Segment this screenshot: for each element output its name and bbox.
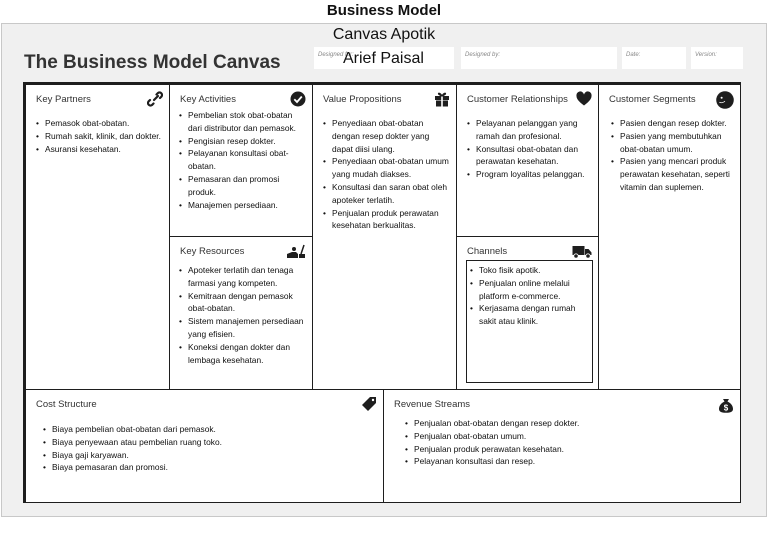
list-item: Pengisian resep dokter. xyxy=(178,135,306,148)
customer-relationships-title: Customer Relationships xyxy=(467,94,568,105)
date-label: Date: xyxy=(626,52,641,58)
key-resources-cell: Key Resources Apoteker terlatih dan tena… xyxy=(169,236,313,390)
list-item: Penjualan online melalui platform e-comm… xyxy=(469,277,589,303)
list-item: Toko fisik apotik. xyxy=(469,264,589,277)
list-item: Koneksi dengan dokter dan lembaga keseha… xyxy=(178,341,306,367)
business-model-canvas: Key Partners Pemasok obat-obatan. Rumah … xyxy=(23,82,741,503)
list-item: Sistem manajemen persediaan yang efisien… xyxy=(178,315,306,341)
key-activities-list: Pembelian stok obat-obatan dari distribu… xyxy=(178,109,306,211)
list-item: Pemasok obat-obatan. xyxy=(35,117,163,130)
customer-relationships-cell: Customer Relationships Pelayanan pelangg… xyxy=(456,84,599,237)
list-item: Pasien yang membutuhkan obat-obatan umum… xyxy=(610,130,734,156)
list-item: Konsultasi obat-obatan dan perawatan kes… xyxy=(466,143,592,169)
list-item: Manajemen persediaan. xyxy=(178,199,306,212)
worker-icon xyxy=(287,244,305,258)
date-field: Date: xyxy=(622,47,686,69)
customer-segments-title: Customer Segments xyxy=(609,94,696,105)
version-field: Version: xyxy=(691,47,743,69)
cost-structure-title: Cost Structure xyxy=(36,399,97,410)
value-propositions-title: Value Propositions xyxy=(323,94,402,105)
value-propositions-list: Penyediaan obat-obatan dengan resep dokt… xyxy=(322,117,450,232)
revenue-streams-title: Revenue Streams xyxy=(394,399,471,410)
channels-box: Toko fisik apotik. Penjualan online mela… xyxy=(466,260,593,383)
designed-by-label: Designed by: xyxy=(465,52,501,58)
designed-by-field: Designed by: xyxy=(461,47,617,69)
gift-icon xyxy=(435,92,449,107)
list-item: Kemitraan dengan pemasok obat-obatan. xyxy=(178,290,306,316)
cost-structure-list: Biaya pembelian obat-obatan dari pemasok… xyxy=(42,423,372,474)
key-activities-cell: Key Activities Pembelian stok obat-obata… xyxy=(169,84,313,237)
list-item: Pelayanan konsultasi obat-obatan. xyxy=(178,147,306,173)
designed-for-value: Arief Paisal xyxy=(343,50,424,67)
list-item: Asuransi kesehatan. xyxy=(35,143,163,156)
person-icon xyxy=(716,91,734,109)
key-partners-cell: Key Partners Pemasok obat-obatan. Rumah … xyxy=(25,84,170,390)
list-item: Penyediaan obat-obatan dengan resep dokt… xyxy=(322,117,450,155)
price-tag-icon xyxy=(362,397,376,411)
list-item: Pelayanan pelanggan yang ramah dan profe… xyxy=(466,117,592,143)
list-item: Penjualan produk perawatan kesehatan. xyxy=(404,443,734,456)
list-item: Penyediaan obat-obatan umum yang mudah d… xyxy=(322,155,450,181)
customer-segments-list: Pasien dengan resep dokter. Pasien yang … xyxy=(610,117,734,194)
truck-icon xyxy=(572,246,592,259)
money-bag-icon: $ xyxy=(719,399,733,413)
revenue-streams-list: Penjualan obat-obatan dengan resep dokte… xyxy=(404,417,734,468)
checkmark-icon xyxy=(290,91,306,107)
list-item: Penjualan produk perawatan kesehatan ber… xyxy=(322,207,450,233)
list-item: Penjualan obat-obatan dengan resep dokte… xyxy=(404,417,734,430)
link-icon xyxy=(147,91,163,107)
heart-icon xyxy=(576,91,592,106)
key-activities-title: Key Activities xyxy=(180,94,236,105)
key-partners-list: Pemasok obat-obatan. Rumah sakit, klinik… xyxy=(35,117,163,155)
list-item: Pembelian stok obat-obatan dari distribu… xyxy=(178,109,306,135)
svg-text:$: $ xyxy=(724,404,729,413)
list-item: Apoteker terlatih dan tenaga farmasi yan… xyxy=(178,264,306,290)
canvas-title: The Business Model Canvas xyxy=(24,52,281,73)
list-item: Biaya gaji karyawan. xyxy=(42,449,372,462)
list-item: Pemasaran dan promosi produk. xyxy=(178,173,306,199)
list-item: Penjualan obat-obatan umum. xyxy=(404,430,734,443)
customer-segments-cell: Customer Segments Pasien dengan resep do… xyxy=(598,84,741,390)
list-item: Biaya penyewaan atau pembelian ruang tok… xyxy=(42,436,372,449)
list-item: Pelayanan konsultasi dan resep. xyxy=(404,455,734,468)
channels-title: Channels xyxy=(467,246,508,257)
list-item: Biaya pembelian obat-obatan dari pemasok… xyxy=(42,423,372,436)
list-item: Konsultasi dan saran obat oleh apoteker … xyxy=(322,181,450,207)
channels-list: Toko fisik apotik. Penjualan online mela… xyxy=(469,264,589,328)
list-item: Kerjasama dengan rumah sakit atau klinik… xyxy=(469,302,589,328)
list-item: Rumah sakit, klinik, dan dokter. xyxy=(35,130,163,143)
list-item: Program loyalitas pelanggan. xyxy=(466,168,592,181)
key-resources-title: Key Resources xyxy=(180,246,245,257)
document-title: Canvas Apotik xyxy=(332,26,436,43)
cost-structure-cell: Cost Structure Biaya pembelian obat-obat… xyxy=(25,389,384,503)
key-resources-list: Apoteker terlatih dan tenaga farmasi yan… xyxy=(178,264,306,366)
list-item: Pasien yang mencari produk perawatan kes… xyxy=(610,155,734,193)
page-title: Business Model xyxy=(326,2,442,19)
version-label: Version: xyxy=(695,52,717,58)
channels-cell: Channels Toko fisik apotik. Penjualan on… xyxy=(456,236,599,390)
customer-relationships-list: Pelayanan pelanggan yang ramah dan profe… xyxy=(466,117,592,181)
revenue-streams-cell: Revenue Streams $ Penjualan obat-obatan … xyxy=(383,389,741,503)
value-propositions-cell: Value Propositions Penyediaan obat-obata… xyxy=(312,84,457,390)
list-item: Biaya pemasaran dan promosi. xyxy=(42,461,372,474)
key-partners-title: Key Partners xyxy=(36,94,91,105)
list-item: Pasien dengan resep dokter. xyxy=(610,117,734,130)
